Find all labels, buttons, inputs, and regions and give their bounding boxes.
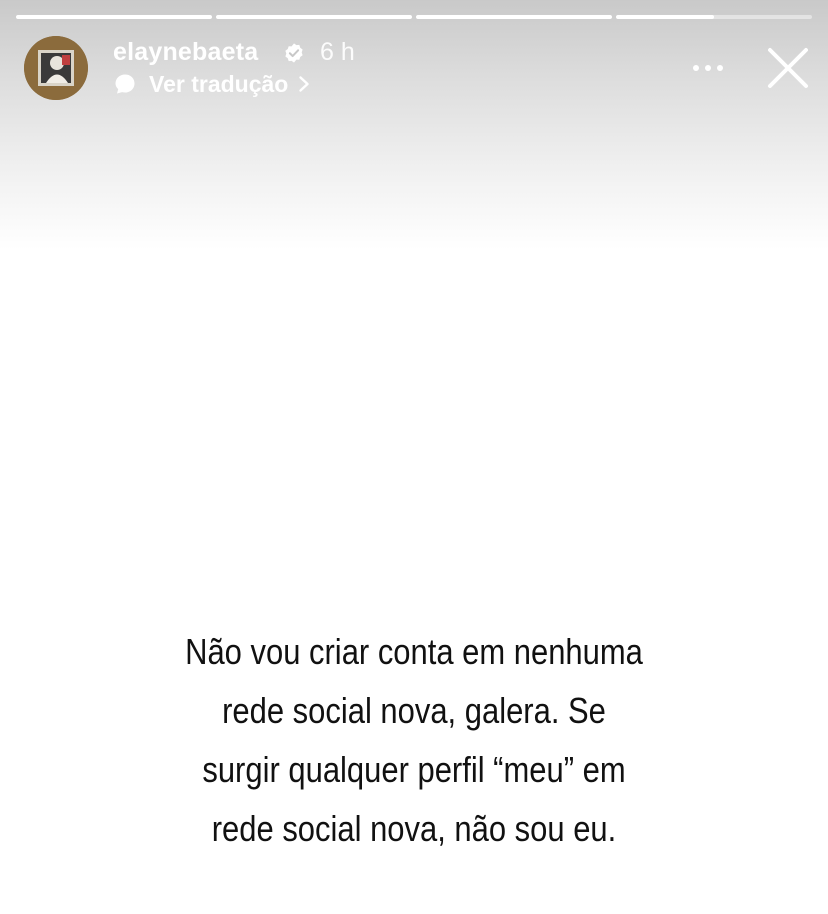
caption-line: rede social nova, galera. Se (222, 690, 606, 731)
verified-badge-icon (285, 43, 303, 63)
chevron-right-icon (299, 76, 310, 92)
username[interactable]: elaynebaeta (113, 38, 258, 67)
progress-segment (616, 15, 812, 19)
caption-line: rede social nova, não sou eu. (211, 808, 617, 849)
avatar[interactable] (24, 36, 88, 100)
progress-segment (16, 15, 212, 19)
story-viewer[interactable]: elaynebaeta 6 h Ver tradução Não vou cri… (0, 0, 828, 914)
more-options-icon[interactable] (688, 56, 728, 80)
post-time: 6 h (320, 38, 355, 66)
story-caption: Não vou criar conta em nenhuma rede soci… (135, 622, 692, 858)
translate-link[interactable]: Ver tradução (113, 70, 310, 98)
close-icon[interactable] (764, 44, 812, 92)
story-progress-bar (16, 15, 812, 19)
speech-bubble-icon (115, 74, 135, 94)
progress-segment (416, 15, 612, 19)
caption-line: surgir qualquer perfil “meu” em (202, 749, 626, 790)
progress-segment (216, 15, 412, 19)
caption-line: Não vou criar conta em nenhuma (185, 631, 643, 672)
translate-label: Ver tradução (149, 70, 289, 97)
